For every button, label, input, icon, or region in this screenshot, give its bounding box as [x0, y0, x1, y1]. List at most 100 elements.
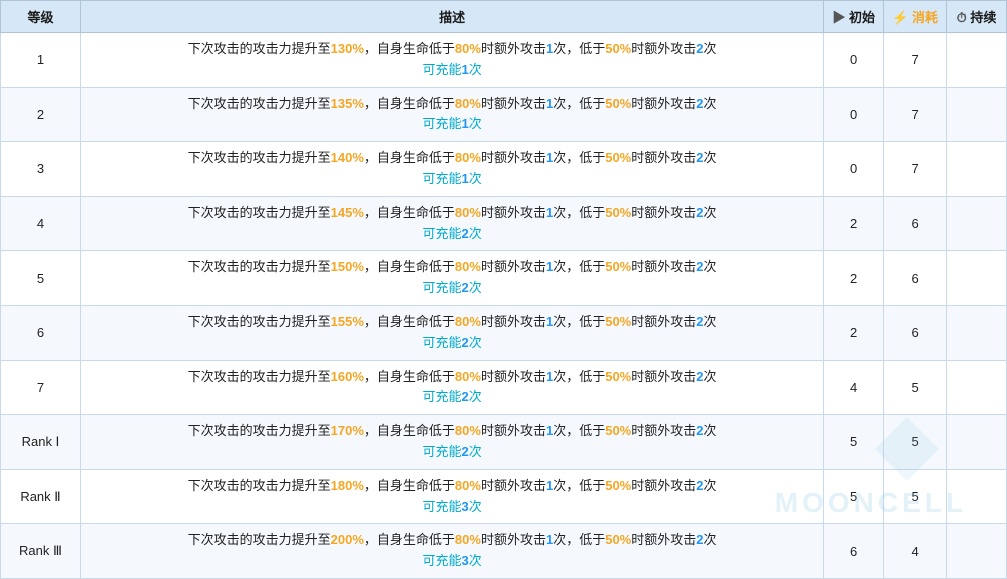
desc-hp1: 80%	[455, 259, 481, 274]
cell-initial: 0	[824, 142, 884, 197]
desc-hp2: 50%	[605, 478, 631, 493]
table-row: 2下次攻击的攻击力提升至135%，自身生命低于80%时额外攻击1次，低于50%时…	[1, 87, 1007, 142]
desc-text6: 次	[704, 259, 717, 274]
cell-initial: 4	[824, 360, 884, 415]
desc-text5: 时额外攻击	[631, 478, 696, 493]
table-row: 7下次攻击的攻击力提升至160%，自身生命低于80%时额外攻击1次，低于50%时…	[1, 360, 1007, 415]
desc-charge-count: 2	[461, 389, 468, 404]
desc-text2: ，自身生命低于	[364, 96, 455, 111]
desc-percent: 180%	[331, 478, 364, 493]
cell-desc: 下次攻击的攻击力提升至140%，自身生命低于80%时额外攻击1次，低于50%时额…	[81, 142, 824, 197]
cell-duration	[947, 251, 1007, 306]
desc-hp2: 50%	[605, 532, 631, 547]
desc-hp2: 50%	[605, 205, 631, 220]
desc-text4: 次，低于	[553, 478, 605, 493]
desc-charge-count: 1	[461, 116, 468, 131]
cell-consume: 6	[884, 251, 947, 306]
skill-table: 等级 描述 ▶ 初始 ⚡ 消耗 ⏱ 持续 1 下次攻击的攻击力提升至130%，自身…	[0, 0, 1007, 579]
desc-charge-count: 2	[461, 444, 468, 459]
desc-text5: 时额外攻击	[631, 369, 696, 384]
desc-charge-unit: 次	[469, 280, 482, 295]
desc-line1: 下次攻击的攻击力提升至155%，自身生命低于80%时额外攻击1次，低于50%时额…	[89, 312, 815, 333]
desc-atk2: 2	[696, 259, 703, 274]
desc-atk2: 2	[696, 369, 703, 384]
desc-atk2: 2	[696, 478, 703, 493]
desc-hp1: 80%	[455, 41, 481, 56]
cell-level: 4	[1, 196, 81, 251]
desc-line1: 下次攻击的攻击力提升至180%，自身生命低于80%时额外攻击1次，低于50%时额…	[89, 476, 815, 497]
desc-line2: 可充能2次	[89, 224, 815, 245]
desc-atk2: 2	[696, 96, 703, 111]
desc-line2: 可充能1次	[89, 60, 815, 81]
desc-line2: 可充能1次	[89, 114, 815, 135]
cell-duration	[947, 33, 1007, 88]
desc-line2: 可充能2次	[89, 442, 815, 463]
cell-initial: 0	[824, 33, 884, 88]
desc-text3: 时额外攻击	[481, 96, 546, 111]
desc-text2: ，自身生命低于	[364, 259, 455, 274]
desc-text1: 下次攻击的攻击力提升至	[188, 96, 331, 111]
desc-text1: 下次攻击的攻击力提升至	[188, 205, 331, 220]
desc-hp1: 80%	[455, 205, 481, 220]
desc-charge-unit: 次	[469, 389, 482, 404]
desc-text6: 次	[704, 150, 717, 165]
desc-text4: 次，低于	[553, 369, 605, 384]
cell-level: 6	[1, 305, 81, 360]
cell-duration	[947, 524, 1007, 579]
desc-text5: 时额外攻击	[631, 150, 696, 165]
desc-charge-unit: 次	[469, 499, 482, 514]
col-initial: ▶ 初始	[824, 1, 884, 33]
desc-text1: 下次攻击的攻击力提升至	[188, 369, 331, 384]
desc-text6: 次	[704, 314, 717, 329]
desc-charge: 可充能	[422, 226, 461, 241]
desc-percent: 150%	[331, 259, 364, 274]
cell-desc: 下次攻击的攻击力提升至180%，自身生命低于80%时额外攻击1次，低于50%时额…	[81, 469, 824, 524]
desc-line2: 可充能2次	[89, 387, 815, 408]
desc-text4: 次，低于	[553, 150, 605, 165]
cell-level: 1	[1, 33, 81, 88]
desc-charge: 可充能	[422, 171, 461, 186]
cell-consume: 4	[884, 524, 947, 579]
cell-consume: 7	[884, 87, 947, 142]
desc-line1: 下次攻击的攻击力提升至130%，自身生命低于80%时额外攻击1次，低于50%时额…	[89, 39, 815, 60]
table-row: 5下次攻击的攻击力提升至150%，自身生命低于80%时额外攻击1次，低于50%时…	[1, 251, 1007, 306]
desc-text3: 时额外攻击	[481, 205, 546, 220]
table-body: 1 下次攻击的攻击力提升至130%，自身生命低于80%时额外攻击1次，低于50%时…	[1, 33, 1007, 579]
desc-text1: 下次攻击的攻击力提升至	[188, 478, 331, 493]
desc-text6: 次	[704, 369, 717, 384]
cell-level: Rank Ⅰ	[1, 415, 81, 470]
cell-duration	[947, 469, 1007, 524]
desc-line2: 可充能3次	[89, 497, 815, 518]
cell-duration	[947, 87, 1007, 142]
cell-desc: 下次攻击的攻击力提升至155%，自身生命低于80%时额外攻击1次，低于50%时额…	[81, 305, 824, 360]
desc-atk2: 2	[696, 314, 703, 329]
cell-desc: 下次攻击的攻击力提升至150%，自身生命低于80%时额外攻击1次，低于50%时额…	[81, 251, 824, 306]
desc-charge-count: 2	[461, 226, 468, 241]
desc-line1: 下次攻击的攻击力提升至200%，自身生命低于80%时额外攻击1次，低于50%时额…	[89, 530, 815, 551]
desc-text5: 时额外攻击	[631, 96, 696, 111]
desc-text4: 次，低于	[553, 532, 605, 547]
desc-line1: 下次攻击的攻击力提升至145%，自身生命低于80%时额外攻击1次，低于50%时额…	[89, 203, 815, 224]
table-header: 等级 描述 ▶ 初始 ⚡ 消耗 ⏱ 持续	[1, 1, 1007, 33]
desc-charge-unit: 次	[469, 335, 482, 350]
cell-initial: 6	[824, 524, 884, 579]
desc-text2: ，自身生命低于	[364, 41, 455, 56]
desc-charge-unit: 次	[469, 62, 482, 77]
desc-charge: 可充能	[422, 553, 461, 568]
desc-charge-unit: 次	[469, 444, 482, 459]
desc-charge-unit: 次	[469, 226, 482, 241]
duration-icon: ⏱	[957, 10, 971, 25]
desc-charge-unit: 次	[469, 553, 482, 568]
desc-text1: 下次攻击的攻击力提升至	[188, 423, 331, 438]
desc-charge-unit: 次	[469, 171, 482, 186]
desc-charge-unit: 次	[469, 116, 482, 131]
desc-text4: 次，低于	[553, 41, 605, 56]
initial-icon: ▶	[832, 10, 849, 25]
desc-line2: 可充能2次	[89, 278, 815, 299]
desc-atk2: 2	[696, 41, 703, 56]
cell-initial: 2	[824, 196, 884, 251]
desc-text3: 时额外攻击	[481, 423, 546, 438]
desc-text6: 次	[704, 41, 717, 56]
desc-line2: 可充能1次	[89, 169, 815, 190]
desc-text2: ，自身生命低于	[364, 205, 455, 220]
